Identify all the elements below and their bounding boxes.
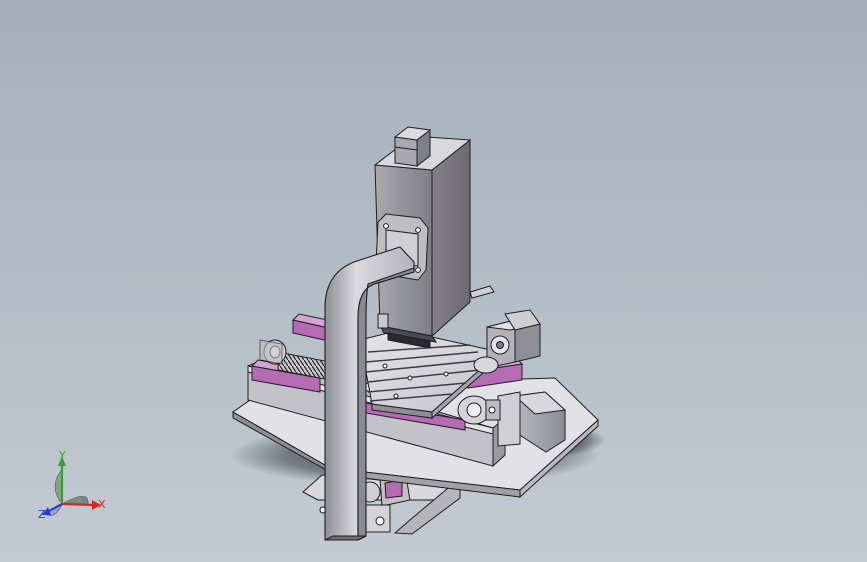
z-axis-label: Z: [38, 508, 46, 521]
model-view: Y X Z: [38, 126, 605, 541]
y-axis-label: Y: [58, 449, 66, 462]
y-axis-motor[interactable]: [473, 309, 541, 374]
x-axis-label: X: [98, 498, 106, 511]
z-axis-motor[interactable]: [393, 126, 432, 168]
cad-viewport[interactable]: Y X Z: [0, 0, 867, 562]
coordinate-triad[interactable]: Y X Z: [38, 449, 106, 521]
x-axis-arrow: [61, 502, 96, 507]
